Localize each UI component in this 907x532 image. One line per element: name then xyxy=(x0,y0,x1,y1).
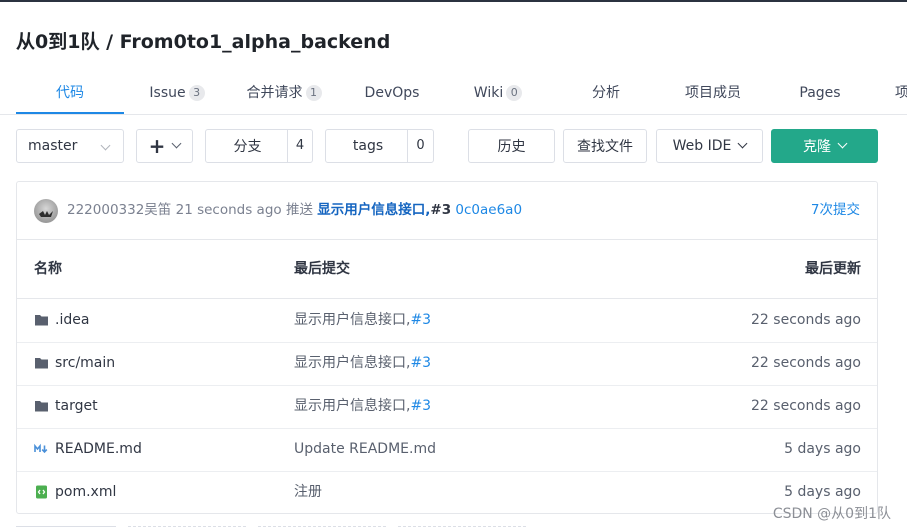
file-name-link[interactable]: .idea xyxy=(55,299,89,342)
repo-name-link[interactable]: From0to1_alpha_backend xyxy=(120,31,391,53)
file-updated-time: 22 seconds ago xyxy=(751,398,861,414)
tab-label: 项 xyxy=(895,85,907,101)
file-commit-message[interactable]: 显示用户信息接口,#3 xyxy=(294,342,431,385)
find-file-button[interactable]: 查找文件 xyxy=(563,129,647,163)
tab-devops[interactable]: DevOps xyxy=(352,74,432,112)
last-commit-summary: 222000332吴笛 21 seconds ago 推送 显示用户信息接口,#… xyxy=(67,182,522,238)
web-ide-button[interactable]: Web IDE xyxy=(656,129,763,163)
file-name-link[interactable]: src/main xyxy=(55,342,115,385)
markdown-icon xyxy=(34,443,48,454)
repo-owner-link[interactable]: 从0到1队 xyxy=(16,31,99,53)
web-ide-label: Web IDE xyxy=(672,138,732,154)
branch-select[interactable]: master xyxy=(16,129,124,163)
file-updated-time: 22 seconds ago xyxy=(751,355,861,371)
tags-count: 0 xyxy=(407,130,433,162)
commit-action: 推送 xyxy=(285,202,313,218)
tags-button[interactable]: tags 0 xyxy=(325,129,434,163)
file-table-header: 名称 最后提交 最后更新 xyxy=(17,240,877,299)
commit-author[interactable]: 222000332吴笛 xyxy=(67,202,171,218)
file-commit-message[interactable]: Update README.md xyxy=(294,428,436,471)
file-commit-message[interactable]: 显示用户信息接口,#3 xyxy=(294,385,431,428)
clone-button[interactable]: 克隆 xyxy=(771,129,878,163)
branch-select-value: master xyxy=(28,138,78,154)
tab-merge-requests[interactable]: 合并请求 1 xyxy=(236,74,332,112)
tab-label: Wiki xyxy=(473,85,504,101)
wiki-count-badge: 0 xyxy=(506,85,523,101)
repo-separator: / xyxy=(99,31,120,53)
commit-time: 21 seconds ago xyxy=(175,202,282,218)
file-browser-panel: 222000332吴笛 21 seconds ago 推送 显示用户信息接口,#… xyxy=(16,181,878,514)
tab-label: 分析 xyxy=(592,85,620,101)
commit-count-link[interactable]: 7次提交 xyxy=(811,182,860,238)
file-name-link[interactable]: pom.xml xyxy=(55,471,116,513)
tab-label: 合并请求 xyxy=(246,85,303,101)
table-row[interactable]: .idea 显示用户信息接口,#3 22 seconds ago xyxy=(17,299,877,343)
tab-more[interactable]: 项 xyxy=(895,74,907,112)
history-button[interactable]: 历史 xyxy=(468,129,555,163)
history-label: 历史 xyxy=(497,139,526,155)
avatar[interactable] xyxy=(34,199,58,223)
chevron-down-icon xyxy=(831,138,848,154)
folder-icon xyxy=(35,358,48,369)
column-header-last-commit: 最后提交 xyxy=(294,261,350,277)
merge-request-count-badge: 1 xyxy=(305,85,322,101)
column-header-name: 名称 xyxy=(34,261,62,277)
tab-analysis[interactable]: 分析 xyxy=(576,74,636,112)
tab-issue[interactable]: Issue 3 xyxy=(136,74,218,112)
tab-label: DevOps xyxy=(364,85,420,101)
last-commit-bar: 222000332吴笛 21 seconds ago 推送 显示用户信息接口,#… xyxy=(17,182,877,240)
table-row[interactable]: pom.xml 注册 5 days ago xyxy=(17,471,877,513)
tab-label: 代码 xyxy=(56,85,84,101)
branches-count: 4 xyxy=(287,130,312,162)
page-title: 从0到1队 / From0to1_alpha_backend xyxy=(16,27,390,54)
find-file-label: 查找文件 xyxy=(577,139,633,155)
file-updated-time: 22 seconds ago xyxy=(751,312,861,328)
tab-code[interactable]: 代码 xyxy=(16,74,124,114)
tab-pages[interactable]: Pages xyxy=(790,74,850,112)
folder-icon xyxy=(35,401,48,412)
tab-label: 项目成员 xyxy=(685,85,741,101)
repo-tabs: 代码 Issue 3 合并请求 1 DevOps Wiki 0 分析 项目成员 Pag… xyxy=(0,74,907,115)
commit-hash-link[interactable]: 0c0ae6a0 xyxy=(455,202,522,218)
branches-button[interactable]: 分支 4 xyxy=(205,129,313,163)
issue-count-badge: 3 xyxy=(188,85,205,101)
commit-message-link[interactable]: 显示用户信息接口, xyxy=(317,202,430,218)
file-name-link[interactable]: target xyxy=(55,385,98,428)
clone-label: 克隆 xyxy=(803,139,831,155)
table-row[interactable]: src/main 显示用户信息接口,#3 22 seconds ago xyxy=(17,342,877,386)
plus-icon: + xyxy=(148,134,166,158)
file-name-link[interactable]: README.md xyxy=(55,428,142,471)
tab-label: Pages xyxy=(799,85,841,101)
table-row[interactable]: README.md Update README.md 5 days ago xyxy=(17,428,877,472)
commit-ref[interactable]: #3 xyxy=(430,202,451,218)
table-row[interactable]: target 显示用户信息接口,#3 22 seconds ago xyxy=(17,385,877,429)
file-commit-message[interactable]: 显示用户信息接口,#3 xyxy=(294,299,431,342)
tags-label: tags xyxy=(352,138,384,154)
tab-wiki[interactable]: Wiki 0 xyxy=(460,74,536,112)
bottom-partial-controls xyxy=(16,525,576,531)
xml-file-icon xyxy=(36,485,47,499)
top-border xyxy=(0,0,907,2)
tab-label: Issue xyxy=(149,85,186,101)
branches-label: 分支 xyxy=(233,139,262,155)
file-commit-message[interactable]: 注册 xyxy=(294,471,322,513)
tab-members[interactable]: 项目成员 xyxy=(674,74,752,112)
file-updated-time: 5 days ago xyxy=(784,441,861,457)
chevron-down-icon xyxy=(100,140,111,156)
chevron-down-icon xyxy=(731,138,748,154)
csdn-watermark: CSDN @从0到1队 xyxy=(772,506,891,522)
column-header-last-update: 最后更新 xyxy=(805,261,861,277)
folder-icon xyxy=(35,315,48,326)
chevron-down-icon xyxy=(165,138,182,154)
add-file-dropdown[interactable]: + xyxy=(136,129,193,163)
